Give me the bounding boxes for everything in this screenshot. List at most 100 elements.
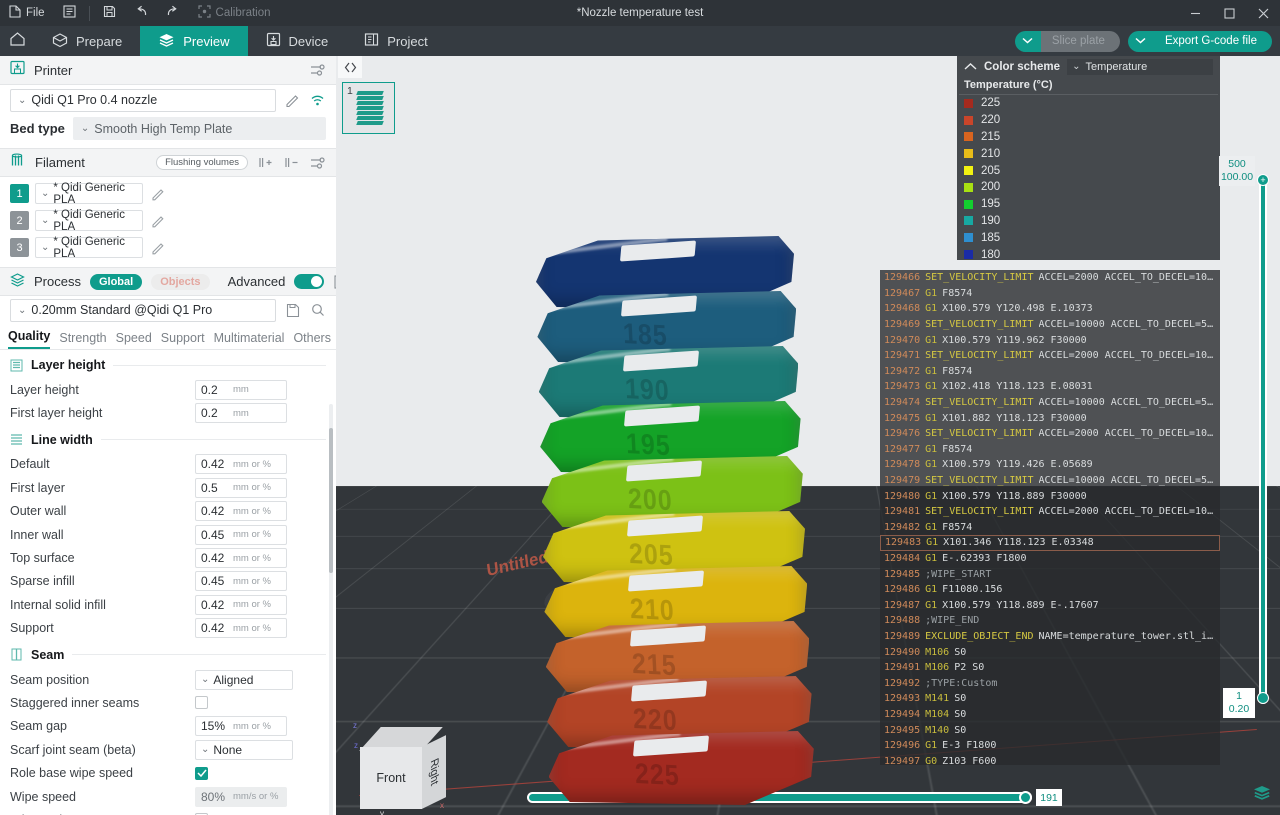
gcode-line[interactable]: 129491 M106 P2 S0 <box>880 660 1220 676</box>
menu-file-button[interactable]: File <box>0 0 54 26</box>
temperature-tower-model[interactable]: 185 190 195 200 205 210 215 220 225 <box>536 236 836 806</box>
filament-edit-icon[interactable] <box>149 185 166 202</box>
export-gcode-button[interactable]: Export G-code file <box>1127 30 1272 52</box>
param-input[interactable]: 0.42 mm or % <box>195 454 287 475</box>
gcode-line[interactable]: 129471 SET_VELOCITY_LIMIT ACCEL=2000 ACCEL… <box>880 348 1220 364</box>
legend-item[interactable]: 195 <box>957 196 1220 213</box>
redo-button[interactable] <box>157 0 189 26</box>
slice-plate-label[interactable]: Slice plate <box>1040 30 1120 52</box>
gcode-line[interactable]: 129478 G1 X100.579 Y119.426 E.05689 <box>880 457 1220 473</box>
navcube-face-front[interactable]: Front <box>360 747 422 809</box>
filament-preset-select[interactable]: ⌄ * Qidi Generic PLA <box>35 209 143 233</box>
param-input[interactable]: 80% mm/s or % <box>195 786 287 807</box>
save-preset-icon[interactable] <box>284 302 301 319</box>
export-gcode-dropdown[interactable] <box>1127 30 1154 52</box>
search-icon[interactable] <box>309 302 326 319</box>
bed-type-select[interactable]: ⌄ Smooth High Temp Plate <box>72 117 326 140</box>
legend-item[interactable]: 190 <box>957 213 1220 230</box>
maximize-button[interactable] <box>1212 0 1246 26</box>
chevron-up-icon[interactable] <box>964 58 977 76</box>
layer-slider-handle-bottom[interactable] <box>1257 692 1269 704</box>
gcode-line[interactable]: 129485 ;WIPE_START <box>880 566 1220 582</box>
gcode-line[interactable]: 129482 G1 F8574 <box>880 520 1220 536</box>
navcube-face-right[interactable]: Right <box>422 735 446 809</box>
legend-item[interactable]: 210 <box>957 145 1220 162</box>
legend-item[interactable]: 220 <box>957 112 1220 129</box>
param-input[interactable]: 0.5 mm or % <box>195 477 287 498</box>
menu-list-button[interactable] <box>54 0 85 26</box>
param-input[interactable]: 0.42 mm or % <box>195 501 287 522</box>
filament-slot[interactable]: 1 ⌄ * Qidi Generic PLA <box>10 182 166 206</box>
param-input[interactable]: 0.45 mm or % <box>195 524 287 545</box>
slice-plate-button[interactable]: Slice plate <box>1014 30 1120 52</box>
tab-preview[interactable]: Preview <box>140 26 248 56</box>
process-tab-others[interactable]: Others <box>293 331 331 349</box>
slice-plate-dropdown[interactable] <box>1014 30 1041 52</box>
param-select[interactable]: ⌄ None <box>195 739 293 760</box>
process-tab-speed[interactable]: Speed <box>116 331 152 349</box>
plate-thumbnail-1[interactable]: 1 <box>342 82 395 134</box>
gcode-line[interactable]: 129468 G1 X100.579 Y120.498 E.10373 <box>880 301 1220 317</box>
gcode-line[interactable]: 129472 G1 F8574 <box>880 364 1220 380</box>
filament-edit-icon[interactable] <box>149 212 166 229</box>
filament-slot-index[interactable]: 3 <box>10 238 29 257</box>
gcode-line[interactable]: 129470 G1 X100.579 Y119.962 F30000 <box>880 332 1220 348</box>
move-slider-handle[interactable] <box>1019 791 1032 804</box>
gcode-line[interactable]: 129466 SET_VELOCITY_LIMIT ACCEL=2000 ACCEL… <box>880 270 1220 286</box>
layer-slider-handle-top[interactable]: + <box>1257 174 1269 186</box>
scope-global-tag[interactable]: Global <box>89 273 143 290</box>
list-icon[interactable] <box>333 273 336 290</box>
param-input[interactable]: 0.42 mm or % <box>195 548 287 569</box>
legend-item[interactable]: 185 <box>957 229 1220 246</box>
legend-item[interactable]: 225 <box>957 95 1220 112</box>
gcode-line[interactable]: 129473 G1 X102.418 Y118.123 E.08031 <box>880 379 1220 395</box>
filament-preset-select[interactable]: ⌄ * Qidi Generic PLA <box>35 182 143 206</box>
legend-item[interactable]: 205 <box>957 162 1220 179</box>
param-checkbox[interactable] <box>195 766 208 780</box>
sidebar-scrollbar-thumb[interactable] <box>329 428 333 573</box>
filament-slot[interactable]: 3 ⌄ * Qidi Generic PLA <box>10 236 166 260</box>
filament-slot-index[interactable]: 1 <box>10 184 29 203</box>
gcode-line[interactable]: 129467 G1 F8574 <box>880 286 1220 302</box>
param-input[interactable]: 0.45 mm or % <box>195 571 287 592</box>
minimize-button[interactable] <box>1178 0 1212 26</box>
param-input[interactable]: 0.2 mm <box>195 403 287 424</box>
gcode-line[interactable]: 129476 SET_VELOCITY_LIMIT ACCEL=2000 ACCEL… <box>880 426 1220 442</box>
color-scheme-select[interactable]: ⌄ Temperature <box>1067 58 1213 75</box>
gcode-line[interactable]: 129469 SET_VELOCITY_LIMIT ACCEL=10000 ACCE… <box>880 317 1220 333</box>
tab-project[interactable]: Project <box>346 26 445 56</box>
gcode-line[interactable]: 129496 G1 E-3 F1800 <box>880 738 1220 754</box>
gcode-line[interactable]: 129489 EXCLUDE_OBJECT_END NAME=temperature… <box>880 629 1220 645</box>
layer-slider[interactable]: + 500 100.00 1 0.20 <box>1219 156 1275 718</box>
process-tab-quality[interactable]: Quality <box>8 329 51 349</box>
code-brackets-icon[interactable] <box>338 56 362 78</box>
printer-preset-select[interactable]: ⌄ Qidi Q1 Pro 0.4 nozzle <box>10 88 276 112</box>
process-tab-support[interactable]: Support <box>161 331 205 349</box>
scope-objects-tag[interactable]: Objects <box>151 273 210 290</box>
gcode-line[interactable]: 129490 M106 S0 <box>880 644 1220 660</box>
export-gcode-label[interactable]: Export G-code file <box>1153 30 1272 52</box>
legend-item[interactable]: 200 <box>957 179 1220 196</box>
gcode-viewer-panel[interactable]: 129466 SET_VELOCITY_LIMIT ACCEL=2000 ACCEL… <box>880 270 1220 765</box>
filament-slot-index[interactable]: 2 <box>10 211 29 230</box>
close-button[interactable] <box>1246 0 1280 26</box>
gcode-line[interactable]: 129497 G0 Z103 F600 <box>880 753 1220 765</box>
layers-icon[interactable] <box>1252 784 1272 807</box>
filament-slot[interactable]: 2 ⌄ * Qidi Generic PLA <box>10 209 166 233</box>
param-input[interactable]: 0.42 mm or % <box>195 594 287 615</box>
process-preset-select[interactable]: ⌄ 0.20mm Standard @Qidi Q1 Pro <box>10 298 276 322</box>
add-filament-icon[interactable] <box>257 154 274 171</box>
gcode-line[interactable]: 129481 SET_VELOCITY_LIMIT ACCEL=2000 ACCEL… <box>880 504 1220 520</box>
filament-settings-icon[interactable] <box>309 154 326 171</box>
gcode-line[interactable]: 129488 ;WIPE_END <box>880 613 1220 629</box>
gcode-line[interactable]: 129479 SET_VELOCITY_LIMIT ACCEL=10000 ACCE… <box>880 473 1220 489</box>
flushing-volumes-button[interactable]: Flushing volumes <box>156 155 248 170</box>
remove-filament-icon[interactable] <box>283 154 300 171</box>
gcode-line[interactable]: 129477 G1 F8574 <box>880 442 1220 458</box>
tab-device[interactable]: Device <box>248 26 347 56</box>
tab-prepare[interactable]: Prepare <box>34 26 140 56</box>
home-button[interactable] <box>0 26 34 56</box>
gcode-line[interactable]: 129487 G1 X100.579 Y118.889 E-.17607 <box>880 597 1220 613</box>
filament-preset-select[interactable]: ⌄ * Qidi Generic PLA <box>35 236 143 260</box>
advanced-toggle[interactable] <box>294 274 325 289</box>
